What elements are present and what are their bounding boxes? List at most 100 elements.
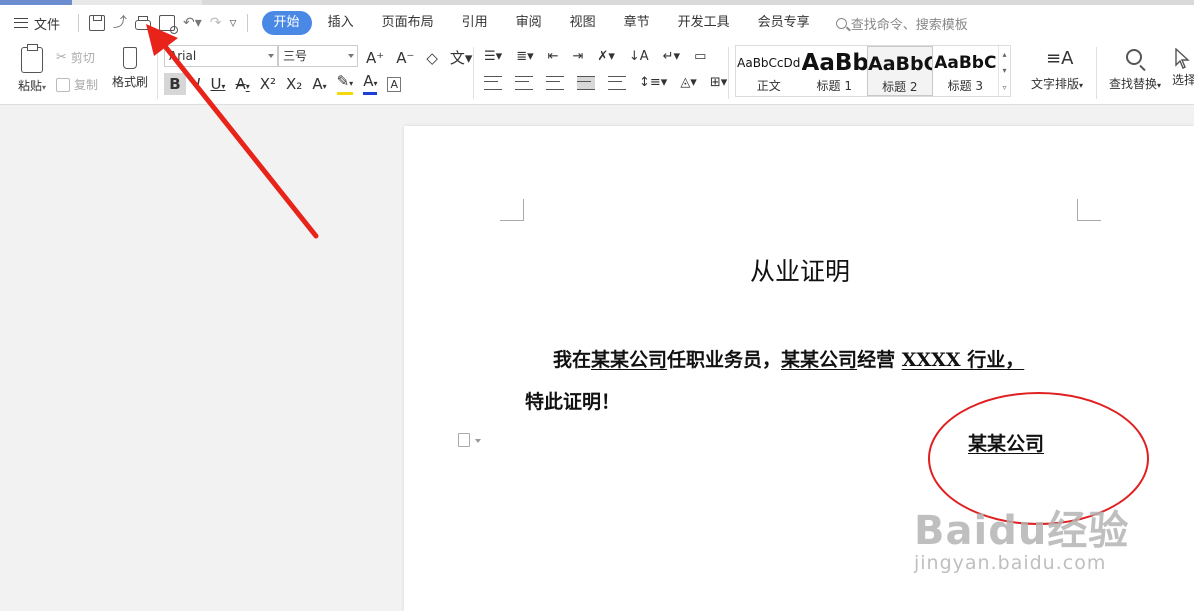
table-icon[interactable]: ▭ [694, 49, 706, 64]
pinyin-icon[interactable]: 文▾ [450, 47, 473, 68]
underline-button[interactable]: U▾ [210, 75, 225, 93]
strikethrough-button[interactable]: A▾ [235, 75, 249, 93]
text-run: 经营 [857, 349, 902, 371]
divider [157, 47, 158, 99]
text-layout-label: 文字排版 [1030, 77, 1079, 91]
company-name: 某某公司 [781, 349, 858, 371]
bold-button[interactable]: B [164, 73, 186, 95]
print-preview-icon[interactable] [159, 15, 179, 34]
subscript-button[interactable]: X₂ [286, 75, 302, 93]
chevron-down-icon [268, 54, 274, 58]
document-title: 从业证明 [749, 257, 850, 286]
font-name-select[interactable]: Arial [164, 45, 278, 67]
select-button[interactable]: 选择 [1172, 47, 1194, 88]
more-icon[interactable]: ▿ [1003, 83, 1007, 92]
tab-developer[interactable]: 开发工具 [666, 11, 742, 35]
tab-view[interactable]: 视图 [558, 11, 608, 35]
align-right-icon[interactable] [546, 75, 564, 90]
search-icon [1124, 47, 1146, 72]
hamburger-icon [14, 18, 28, 28]
text-run: 我在 [553, 349, 592, 371]
tab-review[interactable]: 审阅 [504, 11, 554, 35]
ribbon-tabs: 开始 插入 页面布局 引用 审阅 视图 章节 开发工具 会员专享 [261, 11, 822, 35]
select-label: 选择 [1172, 73, 1194, 87]
company-name: 某某公司 [591, 349, 668, 371]
italic-button[interactable]: I [196, 75, 200, 93]
text-effect-button[interactable]: A▾ [312, 75, 326, 93]
copy-button[interactable]: 复制 [56, 76, 98, 93]
clipboard-icon [21, 44, 43, 73]
tab-page-layout[interactable]: 页面布局 [370, 11, 446, 35]
show-marks-icon[interactable]: ↵▾ [663, 49, 680, 64]
industry-name: XXXX 行业， [901, 349, 1025, 371]
redo-icon[interactable]: ↷ [210, 15, 222, 31]
grow-font-icon[interactable]: A⁺ [366, 49, 384, 67]
tab-home[interactable]: 开始 [261, 11, 312, 35]
style-normal[interactable]: AaBbCcDd 正文 [736, 46, 802, 96]
sort-icon[interactable]: ↓A [629, 49, 649, 64]
ribbon-toolbar: 粘贴▾ ✂ 剪切 复制 格式刷 Arial 三号 A⁺ A⁻ ◇ 文▾ B I U… [0, 41, 1194, 105]
print-icon[interactable] [135, 15, 152, 30]
font-format-row: B I U▾ A▾ X² X₂ A▾ ✎▾ A▾ A [164, 73, 401, 95]
command-search[interactable]: 查找命令、搜索模板 [835, 14, 968, 33]
tab-section[interactable]: 章节 [612, 11, 662, 35]
font-color-button[interactable]: A▾ [363, 73, 378, 95]
style-heading-1[interactable]: AaBb 标题 1 [802, 46, 868, 96]
paragraph-row-1: ☰▾ ≣▾ ⇤ ⇥ ✗▾ ↓A ↵▾ ▭ [484, 49, 706, 64]
align-center-icon[interactable] [515, 75, 533, 90]
find-replace-label: 查找替换 [1108, 77, 1157, 91]
document-body-line-2: 特此证明！ [525, 391, 621, 413]
style-preview: AaBbC [868, 53, 933, 75]
numbered-list-icon[interactable]: ≣▾ [516, 49, 533, 64]
watermark-brand: Baidu经验 [914, 508, 1130, 554]
decrease-indent-icon[interactable]: ⇤ [548, 49, 559, 64]
font-adjust-row: A⁺ A⁻ ◇ 文▾ [366, 47, 472, 68]
superscript-button[interactable]: X² [260, 75, 276, 93]
cursor-icon [1172, 47, 1194, 71]
font-size-value: 三号 [283, 49, 308, 63]
highlight-button[interactable]: ✎▾ [336, 73, 354, 95]
divider [246, 14, 248, 32]
styles-scroll[interactable]: ▴ ▾ ▿ [998, 46, 1010, 96]
paragraph-options-icon[interactable] [458, 433, 481, 447]
shrink-font-icon[interactable]: A⁻ [396, 49, 414, 67]
increase-indent-icon[interactable]: ⇥ [573, 49, 584, 64]
format-painter-button[interactable]: 格式刷 [108, 47, 152, 90]
save-icon[interactable] [89, 15, 106, 31]
format-painter-label: 格式刷 [111, 75, 148, 89]
tab-member[interactable]: 会员专享 [746, 11, 822, 35]
font-size-select[interactable]: 三号 [278, 45, 358, 67]
bullet-list-icon[interactable]: ☰▾ [484, 49, 502, 64]
chinese-layout-icon[interactable]: ✗▾ [597, 49, 614, 64]
divider [78, 14, 80, 32]
find-replace-button[interactable]: 查找替换▾ [1104, 47, 1166, 92]
borders-icon[interactable]: ⊞▾ [710, 75, 727, 90]
style-heading-3[interactable]: AaBbC 标题 3 [933, 46, 999, 96]
align-left-icon[interactable] [484, 75, 502, 90]
clear-format-icon[interactable]: ◇ [426, 49, 438, 67]
chevron-up-icon[interactable]: ▴ [1003, 50, 1007, 59]
command-search-placeholder: 查找命令、搜索模板 [850, 17, 968, 33]
justify-icon[interactable] [577, 75, 595, 90]
style-heading-2[interactable]: AaBbC 标题 2 [867, 46, 933, 96]
output-pdf-icon[interactable]: ⤴ [113, 15, 127, 31]
shading-icon[interactable]: ◬▾ [680, 75, 697, 90]
text-layout-icon: ≡A [1046, 48, 1074, 69]
text-layout-button[interactable]: ≡A 文字排版▾ [1026, 47, 1088, 92]
tab-references[interactable]: 引用 [450, 11, 500, 35]
distribute-icon[interactable] [608, 75, 626, 90]
char-border-button[interactable]: A [387, 76, 401, 92]
style-label: 标题 1 [816, 79, 852, 93]
paste-button[interactable]: 粘贴▾ [12, 44, 52, 94]
search-icon [835, 17, 847, 29]
undo-icon[interactable]: ↶▾ [183, 15, 202, 31]
file-menu-label: 文件 [34, 17, 61, 33]
text-run: 任职业务员， [667, 349, 782, 371]
quick-access-toolbar: ⤴ ↶▾ ↷ ▿ [76, 14, 250, 34]
file-menu-button[interactable]: 文件 [14, 5, 60, 41]
chevron-down-icon[interactable]: ▾ [1003, 66, 1007, 75]
customize-toolbar-icon[interactable]: ▿ [230, 15, 237, 31]
tab-insert[interactable]: 插入 [316, 11, 366, 35]
cut-button[interactable]: ✂ 剪切 [56, 49, 95, 66]
line-spacing-icon[interactable]: ↕≡▾ [639, 75, 667, 90]
